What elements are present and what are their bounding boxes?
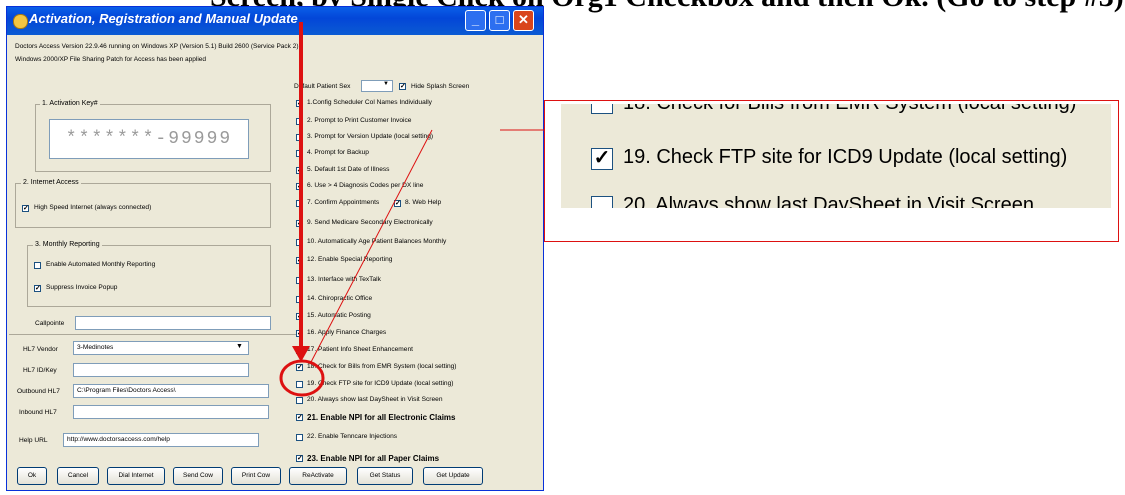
zoom-detail: 18. Check for Bills from EMR System (loc…	[561, 104, 1111, 208]
zoom-checkbox-19: ✓	[591, 148, 613, 170]
zoom-row-18: 18. Check for Bills from EMR System (loc…	[623, 104, 1076, 115]
red-circle	[279, 359, 325, 397]
zoom-row-19: 19. Check FTP site for ICD9 Update (loca…	[623, 146, 1068, 168]
zoom-checkbox-18	[591, 104, 613, 114]
annotation-overlay	[279, 22, 546, 397]
connector-line-diagonal	[309, 129, 433, 365]
zoom-row-20: 20. Always show last DaySheet in Visit S…	[623, 194, 1034, 208]
zoom-checkbox-20	[591, 196, 613, 208]
